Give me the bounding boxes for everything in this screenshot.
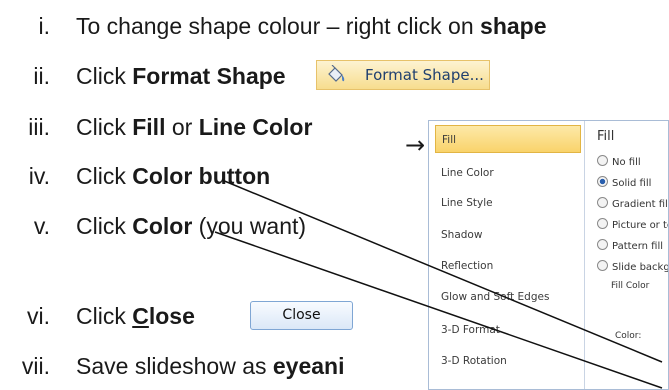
step-text: Click Close — [76, 303, 195, 329]
step-text: Click Format Shape — [76, 63, 286, 89]
radio-selected-icon — [597, 176, 608, 187]
panel-title: Fill — [597, 129, 615, 144]
step-number: vi. — [27, 303, 50, 329]
step-number: ii. — [33, 63, 50, 89]
option-slide-bg-fill[interactable]: Slide background fill — [597, 260, 668, 276]
step-text: Click Fill or Line Color — [76, 114, 313, 140]
option-picture-fill[interactable]: Picture or texture fill — [597, 218, 668, 234]
step-number: iv. — [28, 163, 50, 189]
nav-item-line-style[interactable]: Line Style — [435, 189, 581, 217]
fill-color-label: Fill Color — [611, 281, 650, 291]
step-text: Save slideshow as eyeani — [76, 353, 345, 379]
step-1: i. To change shape colour – right click … — [0, 6, 669, 46]
fill-panel: Fill No fill Solid fill Gradient fill Pi… — [585, 121, 668, 389]
radio-icon — [597, 155, 608, 166]
nav-item-3d-format[interactable]: 3-D Format — [435, 316, 581, 344]
option-no-fill[interactable]: No fill — [597, 155, 641, 171]
arrow-right-icon: → — [405, 131, 426, 159]
step-text: To change shape colour – right click on … — [76, 13, 547, 39]
format-shape-label: Format Shape... — [365, 66, 484, 84]
close-button[interactable]: Close — [250, 301, 353, 330]
dialog-nav: Fill Line Color Line Style Shadow Reflec… — [429, 121, 585, 389]
step-number: i. — [38, 13, 51, 39]
paint-bucket-icon — [325, 64, 347, 85]
nav-item-3d-rotation[interactable]: 3-D Rotation — [435, 347, 581, 375]
nav-item-shadow[interactable]: Shadow — [435, 221, 581, 249]
radio-icon — [597, 197, 608, 208]
option-gradient-fill[interactable]: Gradient fill — [597, 197, 668, 213]
nav-item-reflection[interactable]: Reflection — [435, 252, 581, 280]
step-number: v. — [33, 213, 50, 239]
radio-icon — [597, 260, 608, 271]
radio-icon — [597, 218, 608, 229]
nav-item-glow[interactable]: Glow and Soft Edges — [435, 283, 581, 311]
option-pattern-fill[interactable]: Pattern fill — [597, 239, 663, 255]
step-text: Click Color button — [76, 163, 271, 189]
format-shape-menu-item[interactable]: Format Shape... — [316, 60, 490, 90]
step-number: iii. — [28, 114, 50, 140]
option-solid-fill[interactable]: Solid fill — [597, 176, 651, 192]
nav-item-fill[interactable]: Fill — [435, 125, 581, 153]
step-number: vii. — [21, 353, 50, 379]
radio-icon — [597, 239, 608, 250]
step-text: Click Color (you want) — [76, 213, 307, 239]
nav-item-line-color[interactable]: Line Color — [435, 159, 581, 187]
color-label: Color: — [615, 331, 642, 341]
format-shape-dialog: Fill Line Color Line Style Shadow Reflec… — [428, 120, 669, 390]
